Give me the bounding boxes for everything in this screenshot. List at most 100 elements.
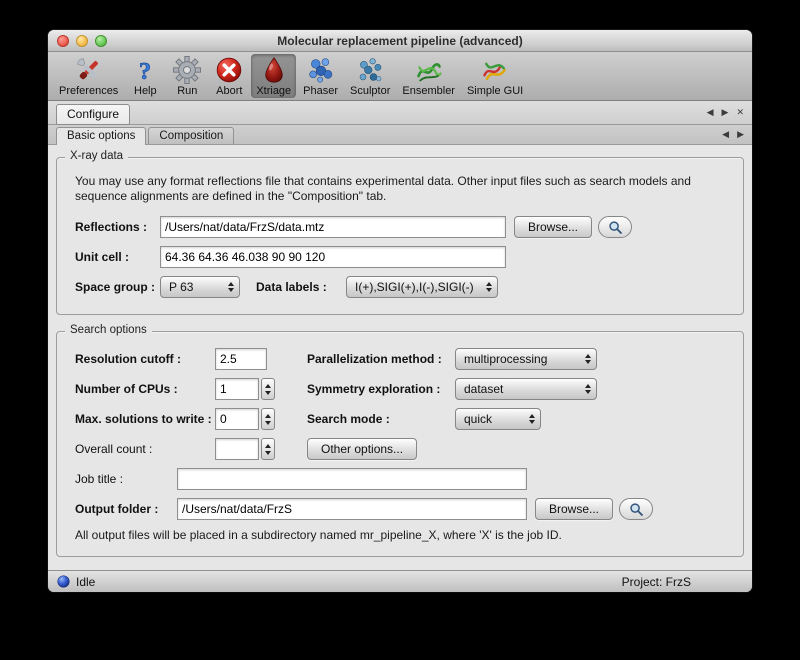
number-of-cpus-input[interactable] [215,378,259,400]
ensembler-ribbon-icon [414,55,444,85]
job-title-input[interactable] [177,468,527,490]
toolbar-button-simple-gui[interactable]: Simple GUI [462,54,528,98]
magnifier-icon [608,220,623,235]
tab-configure[interactable]: Configure [56,104,130,125]
parallelization-method-value: multiprocessing [464,352,547,366]
parallelization-method-label: Parallelization method : [307,352,455,366]
tab-composition-label: Composition [159,130,223,142]
toolbar-label: Preferences [59,85,118,98]
parallelization-method-select[interactable]: multiprocessing [455,348,597,370]
toolbar-button-xtriage[interactable]: Xtriage [251,54,296,98]
tab-composition[interactable]: Composition [148,127,234,144]
max-solutions-label: Max. solutions to write : [75,412,215,426]
toolbar-button-abort[interactable]: Abort [209,54,249,98]
unit-cell-input[interactable] [160,246,506,268]
combo-arrows-icon [228,282,234,292]
toolbar-label: Xtriage [256,85,291,98]
main-tab-strip: Configure ◀ ▶ ✕ [48,101,752,125]
search-mode-label: Search mode : [307,412,455,426]
toolbar-button-phaser[interactable]: Phaser [298,54,343,98]
toolbar-label: Sculptor [350,85,390,98]
resolution-cutoff-input[interactable] [215,348,267,370]
tab-configure-label: Configure [67,107,119,121]
combo-arrows-icon [486,282,492,292]
main-tab-nav: ◀ ▶ ✕ [707,101,744,124]
run-gear-icon [172,55,202,85]
help-icon: ? [130,55,160,85]
toolbar-button-help[interactable]: ? Help [125,54,165,98]
toolbar-label: Abort [216,85,242,98]
cpus-row: Number of CPUs : Symmetry exploration : … [75,378,731,400]
tab-nav-left-icon[interactable]: ◀ [707,108,714,117]
phaser-molecule-icon [306,55,336,85]
search-group-title: Search options [65,324,152,336]
close-window-button[interactable] [57,35,69,47]
tab-basic-options-label: Basic options [67,130,135,142]
output-folder-row: Output folder : Browse... [75,498,731,520]
status-text: Idle [76,575,95,589]
traffic-lights [57,35,107,47]
combo-arrows-icon [585,354,591,364]
job-title-label: Job title : [75,472,177,486]
other-options-button[interactable]: Other options... [307,438,417,460]
overall-count-label: Overall count : [75,442,215,456]
reflections-browse-button[interactable]: Browse... [514,216,592,238]
output-folder-input[interactable] [177,498,527,520]
xtriage-drop-icon [259,55,289,85]
toolbar-button-ensembler[interactable]: Ensembler [397,54,460,98]
status-indicator-icon [57,575,70,588]
xray-data-group: X-ray data You may use any format reflec… [56,157,744,315]
max-solutions-input[interactable] [215,408,259,430]
symmetry-exploration-value: dataset [464,382,503,396]
job-title-row: Job title : [75,468,731,490]
space-group-select[interactable]: P 63 [160,276,240,298]
output-folder-browse-button[interactable]: Browse... [535,498,613,520]
toolbar-button-sculptor[interactable]: Sculptor [345,54,395,98]
toolbar-button-run[interactable]: Run [167,54,207,98]
output-note: All output files will be placed in a sub… [75,528,731,542]
zoom-window-button[interactable] [95,35,107,47]
app-window: Molecular replacement pipeline (advanced… [48,30,752,592]
toolbar-label: Simple GUI [467,85,523,98]
symmetry-exploration-label: Symmetry exploration : [307,382,455,396]
toolbar-label: Ensembler [402,85,455,98]
status-bar: Idle Project: FrzS [48,570,752,592]
output-folder-label: Output folder : [75,502,177,516]
max-solutions-stepper[interactable] [261,408,275,430]
overall-count-input[interactable] [215,438,259,460]
project-label: Project: FrzS [622,575,691,589]
desktop-background: Molecular replacement pipeline (advanced… [0,0,800,660]
reflections-view-button[interactable] [598,216,632,238]
basic-options-panel: X-ray data You may use any format reflec… [48,145,752,570]
search-mode-select[interactable]: quick [455,408,541,430]
simple-gui-ribbon-icon [480,55,510,85]
space-group-value: P 63 [169,280,193,294]
tab-close-icon[interactable]: ✕ [736,108,744,117]
reflections-label: Reflections : [75,220,160,234]
search-options-group: Search options Resolution cutoff : Paral… [56,331,744,557]
data-labels-select[interactable]: I(+),SIGI(+),I(-),SIGI(-) [346,276,498,298]
cpus-stepper[interactable] [261,378,275,400]
symmetry-exploration-select[interactable]: dataset [455,378,597,400]
sub-tab-nav: ◀ ▶ [722,125,744,144]
minimize-window-button[interactable] [76,35,88,47]
toolbar-button-preferences[interactable]: Preferences [54,54,123,98]
reflections-input[interactable] [160,216,506,238]
titlebar[interactable]: Molecular replacement pipeline (advanced… [48,30,752,52]
number-of-cpus-label: Number of CPUs : [75,382,215,396]
xray-group-title: X-ray data [65,150,128,162]
tab-basic-options[interactable]: Basic options [56,127,146,145]
subtab-nav-left-icon[interactable]: ◀ [722,130,729,139]
space-group-row: Space group : P 63 Data labels : I(+),SI… [75,276,731,298]
toolbar: Preferences ? Help [48,52,752,101]
data-labels-label: Data labels : [256,280,346,294]
window-title: Molecular replacement pipeline (advanced… [48,30,752,52]
unit-cell-label: Unit cell : [75,250,160,264]
output-folder-view-button[interactable] [619,498,653,520]
subtab-nav-right-icon[interactable]: ▶ [737,130,744,139]
overall-count-row: Overall count : Other options... [75,438,731,460]
overall-count-stepper[interactable] [261,438,275,460]
sub-tab-strip: Basic options Composition ◀ ▶ [48,125,752,145]
sculptor-molecule-icon [355,55,385,85]
tab-nav-right-icon[interactable]: ▶ [722,108,729,117]
